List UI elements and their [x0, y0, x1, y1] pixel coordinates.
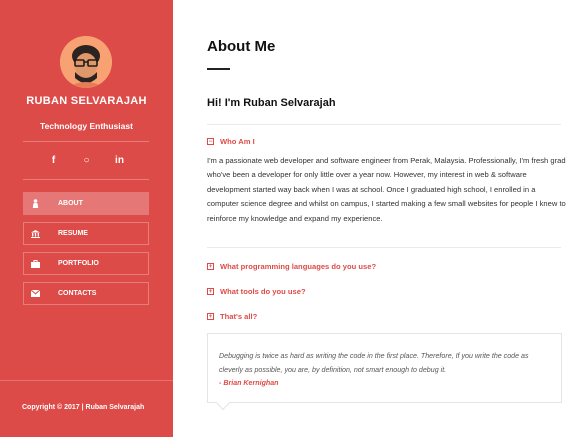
expand-icon: +: [207, 288, 214, 295]
accordion-question: Who Am I: [220, 137, 255, 146]
accordion-question: What tools do you use?: [220, 287, 306, 296]
profile-name: RUBAN SELVARAJAH: [26, 95, 147, 107]
envelope-icon: [24, 290, 47, 297]
divider: [23, 141, 149, 142]
sidebar: RUBAN SELVARAJAH Technology Enthusiast f…: [0, 0, 173, 437]
nav-label: PORTFOLIO: [58, 260, 99, 267]
quote-author: - Brian Kernighan: [219, 379, 279, 387]
nav-item-resume[interactable]: RESUME: [23, 222, 149, 245]
title-underline: [207, 68, 230, 70]
accordion-item-tools[interactable]: + What tools do you use?: [207, 287, 306, 296]
nav-item-about[interactable]: ABOUT: [23, 192, 149, 215]
accordion-question: What programming languages do you use?: [220, 262, 377, 271]
bank-icon: [24, 229, 47, 238]
facebook-icon[interactable]: f: [47, 155, 61, 167]
linkedin-icon[interactable]: in: [113, 155, 127, 167]
greeting: Hi! I'm Ruban Selvarajah: [207, 97, 336, 109]
accordion-answer: I'm a passionate web developer and softw…: [207, 156, 566, 223]
nav-label: CONTACTS: [58, 290, 97, 297]
person-icon: [24, 199, 47, 208]
divider: [207, 247, 561, 248]
collapse-icon: −: [207, 138, 214, 145]
briefcase-icon: [24, 259, 47, 268]
nav-item-contacts[interactable]: CONTACTS: [23, 282, 149, 305]
avatar: [60, 36, 112, 88]
github-icon[interactable]: ○: [80, 155, 94, 167]
profile-tagline: Technology Enthusiast: [40, 121, 133, 131]
expand-icon: +: [207, 263, 214, 270]
social-links: f ○ in: [0, 155, 173, 167]
accordion-item-programming-languages[interactable]: + What programming languages do you use?: [207, 262, 376, 271]
nav-label: ABOUT: [58, 200, 83, 207]
main-nav: ABOUT RESUME PORTFOLIO CONTACTS: [23, 192, 149, 312]
page-title: About Me: [207, 38, 276, 55]
quote-text: Debugging is twice as hard as writing th…: [219, 352, 529, 374]
expand-icon: +: [207, 313, 214, 320]
divider: [207, 124, 561, 125]
main-content: About Me Hi! I'm Ruban Selvarajah − Who …: [173, 0, 582, 437]
quote-box: Debugging is twice as hard as writing th…: [207, 333, 562, 411]
copyright: Copyright © 2017 | Ruban Selvarajah: [22, 404, 145, 411]
accordion-item-who-am-i[interactable]: − Who Am I: [207, 137, 255, 146]
nav-label: RESUME: [58, 230, 88, 237]
accordion-item-thats-all[interactable]: + That's all?: [207, 312, 257, 321]
accordion-question: That's all?: [220, 312, 258, 321]
speech-tail: [215, 395, 231, 411]
divider: [0, 380, 173, 381]
divider: [23, 179, 149, 180]
nav-item-portfolio[interactable]: PORTFOLIO: [23, 252, 149, 275]
